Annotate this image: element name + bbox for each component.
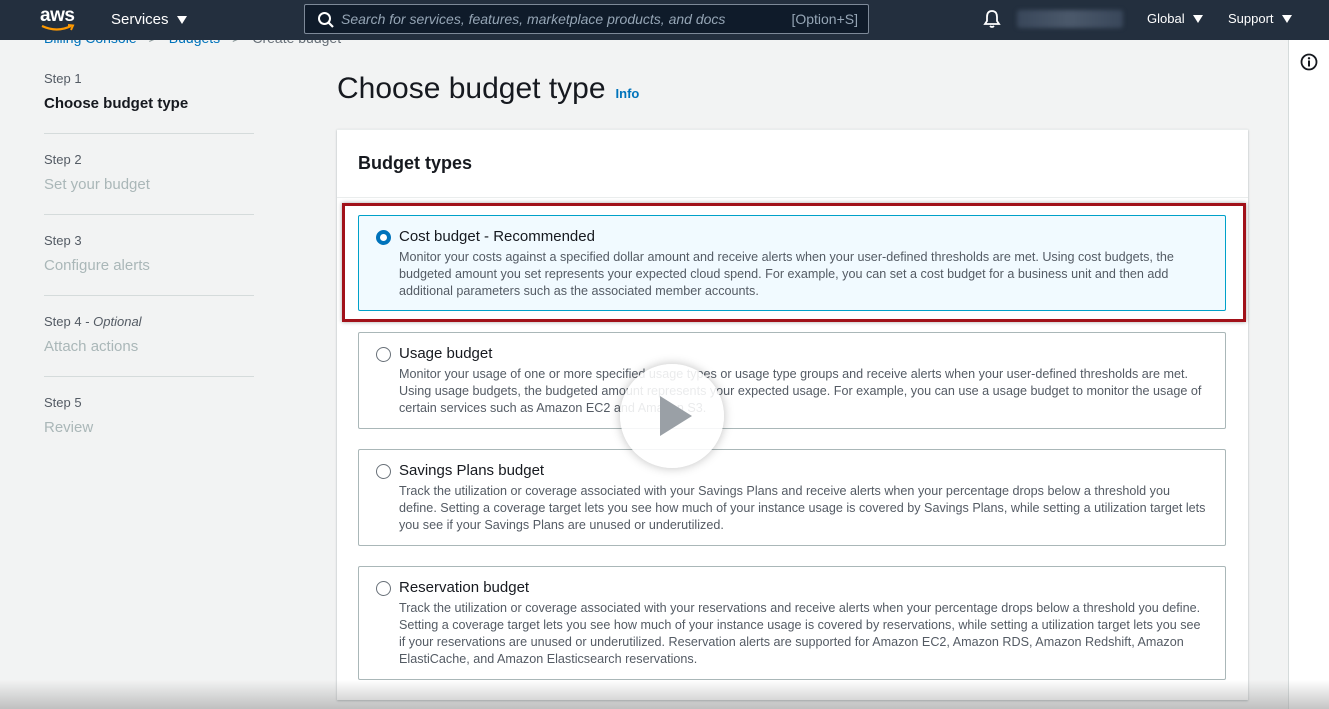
services-label: Services	[111, 11, 169, 28]
info-link[interactable]: Info	[616, 86, 640, 101]
search-icon	[318, 12, 334, 28]
highlight-box	[342, 203, 1246, 322]
wizard-steps: Step 1 Choose budget type Step 2 Set you…	[44, 70, 254, 474]
search-shortcut: [Option+S]	[791, 11, 858, 27]
divider	[337, 197, 1248, 198]
option-savings-plans-budget[interactable]: Savings Plans budget Track the utilizati…	[358, 449, 1226, 546]
option-description: Track the utilization or coverage associ…	[399, 601, 1201, 666]
aws-smile-icon	[41, 24, 75, 31]
option-title: Savings Plans budget	[399, 462, 545, 479]
optional-label: Optional	[93, 314, 142, 329]
step-number: Step 2	[44, 152, 82, 167]
search-input[interactable]	[341, 8, 771, 30]
radio-button[interactable]	[376, 347, 391, 362]
wizard-step-4[interactable]: Step 4 - Optional Attach actions	[44, 313, 254, 377]
aws-logo[interactable]: aws	[40, 5, 80, 35]
step-title: Review	[44, 419, 94, 436]
option-usage-budget[interactable]: Usage budget Monitor your usage of one o…	[358, 332, 1226, 429]
step-title: Choose budget type	[44, 95, 189, 112]
step-title: Configure alerts	[44, 257, 150, 274]
step-title: Attach actions	[44, 338, 139, 355]
panel-heading: Budget types	[358, 153, 473, 173]
step-title: Set your budget	[44, 176, 150, 193]
bell-icon[interactable]	[982, 9, 1002, 29]
wizard-step-2[interactable]: Step 2 Set your budget	[44, 151, 254, 215]
caret-down-icon	[1192, 14, 1203, 23]
wizard-step-3[interactable]: Step 3 Configure alerts	[44, 232, 254, 296]
wizard-step-5[interactable]: Step 5 Review	[44, 394, 254, 457]
option-reservation-budget[interactable]: Reservation budget Track the utilization…	[358, 566, 1226, 680]
support-label: Support	[1228, 11, 1274, 26]
services-menu[interactable]: Services	[111, 11, 187, 28]
option-description: Track the utilization or coverage associ…	[399, 484, 1206, 532]
account-menu[interactable]	[1017, 10, 1123, 28]
step-number: Step 4 - Optional	[44, 314, 142, 329]
play-button[interactable]	[620, 364, 724, 468]
region-label: Global	[1147, 11, 1185, 26]
help-panel-rail	[1288, 40, 1329, 709]
caret-down-icon	[1281, 14, 1292, 23]
step-number: Step 1	[44, 71, 82, 86]
option-title: Reservation budget	[399, 579, 530, 596]
top-navigation: aws Services [Option+S] Global Support	[0, 0, 1329, 40]
option-description: Monitor your usage of one or more specif…	[399, 367, 1202, 415]
radio-button[interactable]	[376, 464, 391, 479]
option-title: Usage budget	[399, 345, 493, 362]
wizard-step-1[interactable]: Step 1 Choose budget type	[44, 70, 254, 134]
page-title-text: Choose budget type	[337, 72, 606, 105]
region-menu[interactable]: Global	[1147, 11, 1203, 26]
caret-down-icon	[176, 15, 187, 24]
support-menu[interactable]: Support	[1228, 11, 1292, 26]
step-number: Step 3	[44, 233, 82, 248]
radio-button[interactable]	[376, 581, 391, 596]
page-title: Choose budget type Info	[337, 72, 639, 106]
search-box[interactable]: [Option+S]	[304, 4, 869, 34]
play-icon	[660, 396, 692, 436]
step-number: Step 5	[44, 395, 82, 410]
info-icon[interactable]	[1300, 53, 1318, 71]
